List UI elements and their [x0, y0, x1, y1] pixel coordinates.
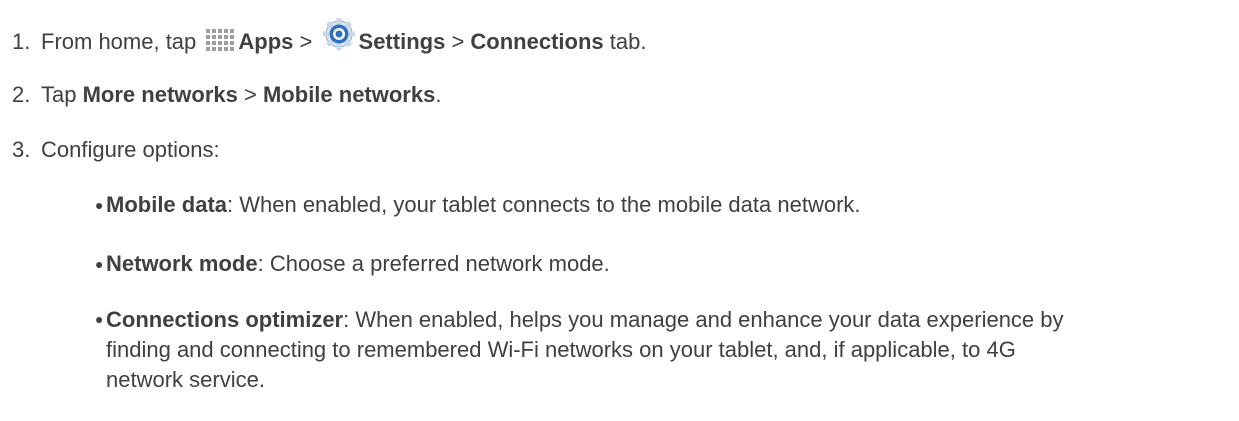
step-text: Tap [41, 82, 77, 107]
option-text: Connections optimizer: When enabled, hel… [106, 305, 1091, 395]
apps-grid-icon [205, 28, 235, 59]
step-3: 3. Configure options: [12, 136, 220, 164]
mobile-networks-label: Mobile networks [262, 82, 436, 107]
separator: > [451, 29, 465, 54]
more-networks-label: More networks [82, 82, 238, 107]
option-name: Mobile data [106, 192, 228, 217]
connections-label: Connections [470, 29, 604, 54]
step-number: 1. [12, 29, 31, 54]
step-text: Configure options: [41, 137, 220, 162]
step-number: 2. [12, 82, 31, 107]
apps-label: Apps [238, 29, 294, 54]
settings-label: Settings [358, 29, 446, 54]
option-name: Network mode [106, 251, 258, 276]
option-desc: : When enabled, your tablet connects to … [227, 192, 861, 217]
step-text: . [435, 82, 442, 107]
step-text: tab. [609, 29, 647, 54]
bullet-icon: ● [95, 197, 104, 213]
step-text: From home, tap [41, 29, 197, 54]
option-text: Network mode: Choose a preferred network… [106, 250, 610, 278]
settings-gear-icon [322, 17, 356, 58]
bullet-icon: ● [95, 311, 104, 327]
option-desc: : Choose a preferred network mode. [257, 251, 610, 276]
separator: > [244, 82, 257, 107]
separator: > [299, 29, 313, 54]
step-number: 3. [12, 137, 31, 162]
option-text: Mobile data: When enabled, your tablet c… [106, 191, 861, 219]
step-1: 1. From home, tap Apps > Settings > Conn… [12, 17, 646, 59]
step-2: 2. Tap More networks > Mobile networks. [12, 81, 441, 109]
option-name: Connections optimizer [106, 307, 344, 332]
bullet-icon: ● [95, 256, 104, 272]
